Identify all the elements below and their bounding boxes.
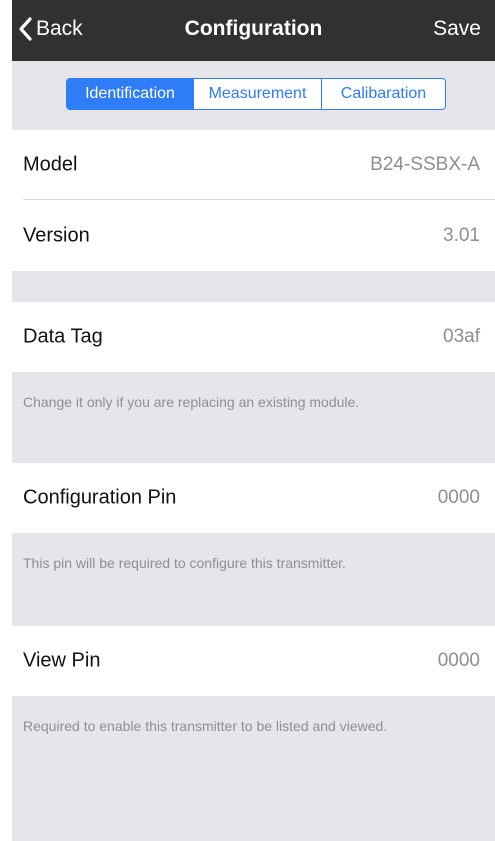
configuration-pin-label: Configuration Pin bbox=[23, 486, 177, 509]
configuration-pin-footer: This pin will be required to configure t… bbox=[12, 533, 495, 626]
back-button[interactable]: Back bbox=[18, 17, 83, 41]
data-tag-row[interactable]: Data Tag 03af bbox=[12, 302, 495, 372]
data-tag-label: Data Tag bbox=[23, 325, 103, 348]
data-tag-footer: Change it only if you are replacing an e… bbox=[12, 372, 495, 463]
version-value: 3.01 bbox=[443, 225, 480, 246]
data-tag-footer-text: Change it only if you are replacing an e… bbox=[23, 394, 360, 410]
view-pin-footer: Required to enable this transmitter to b… bbox=[12, 696, 495, 841]
data-tag-value: 03af bbox=[443, 326, 480, 347]
version-row[interactable]: Version 3.01 bbox=[12, 201, 495, 271]
segmented-control-band: Identification Measurement Calibaration bbox=[12, 61, 495, 130]
model-value: B24-SSBX-A bbox=[370, 154, 480, 175]
chevron-left-icon bbox=[18, 17, 32, 41]
configuration-screen: Back Configuration Save Identification M… bbox=[12, 0, 495, 841]
configuration-pin-value: 0000 bbox=[437, 487, 480, 508]
model-label: Model bbox=[23, 153, 78, 176]
page-title: Configuration bbox=[184, 17, 323, 40]
view-pin-label: View Pin bbox=[23, 649, 101, 672]
model-row[interactable]: Model B24-SSBX-A bbox=[12, 130, 495, 200]
tab-measurement[interactable]: Measurement bbox=[193, 79, 321, 109]
configuration-pin-row[interactable]: Configuration Pin 0000 bbox=[12, 463, 495, 533]
segmented-control: Identification Measurement Calibaration bbox=[66, 78, 446, 110]
row-divider bbox=[23, 199, 495, 200]
save-button[interactable]: Save bbox=[433, 17, 481, 41]
section-spacer bbox=[12, 271, 495, 302]
view-pin-value: 0000 bbox=[437, 650, 480, 671]
tab-identification[interactable]: Identification bbox=[67, 79, 193, 109]
version-label: Version bbox=[23, 224, 90, 247]
view-pin-footer-text: Required to enable this transmitter to b… bbox=[23, 718, 388, 734]
back-label: Back bbox=[36, 17, 83, 40]
view-pin-row[interactable]: View Pin 0000 bbox=[12, 626, 495, 696]
configuration-pin-footer-text: This pin will be required to configure t… bbox=[23, 555, 346, 571]
tab-calibaration[interactable]: Calibaration bbox=[321, 79, 445, 109]
navigation-bar: Back Configuration Save bbox=[12, 0, 495, 61]
